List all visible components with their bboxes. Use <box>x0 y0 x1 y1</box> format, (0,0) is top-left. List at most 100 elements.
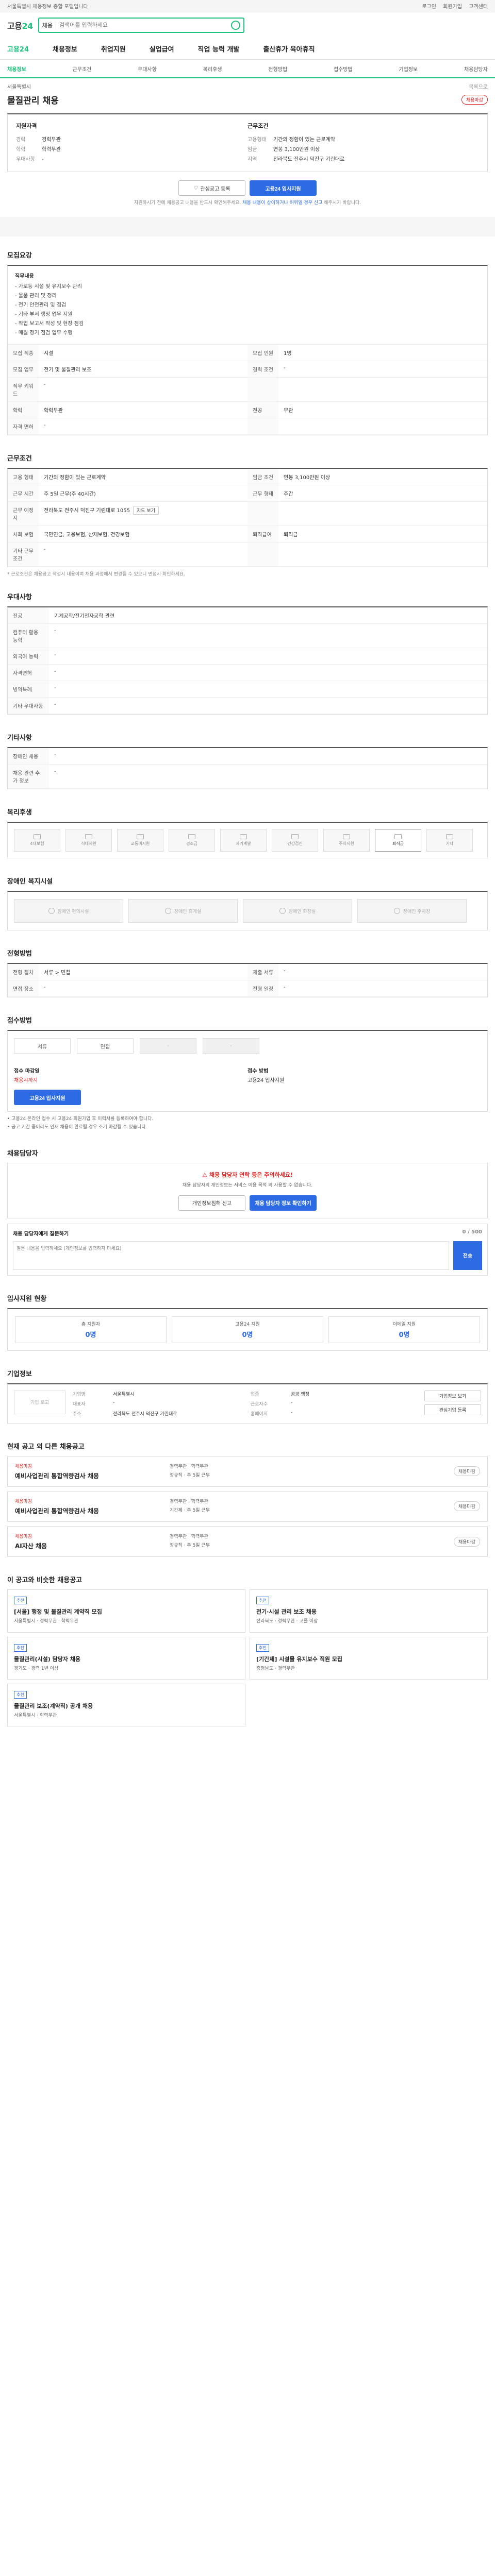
tab-company[interactable]: 기업정보 <box>399 65 418 73</box>
welfare-item: 건강검진 <box>272 829 318 852</box>
apply-note: 지원하시기 전에 채용공고 내용을 반드시 확인해주세요. 채용 내용이 상이하… <box>134 200 361 206</box>
summary-condition: 근무조건 고용형태 기간의 정함이 있는 근로계약 임금 연봉 3,100만원 이상… <box>248 122 479 164</box>
duty-line: - 물품 관리 및 정리 <box>15 293 57 299</box>
section-title-process: 전형방법 <box>7 950 32 958</box>
welfare-icon <box>137 834 144 839</box>
company-detail-button[interactable]: 기업정보 보기 <box>424 1390 481 1401</box>
summary-left-title: 지원자격 <box>16 123 37 129</box>
related-job-card[interactable]: 채용마감 AI자산 채용 경력무관 · 학력무관 정규직 · 주 5일 근무 채용마… <box>7 1526 488 1557</box>
divider-band <box>0 217 495 236</box>
recommend-card[interactable]: 추천 [기간제] 시설물 유지보수 직원 모집 충청남도 · 경력무관 <box>250 1636 488 1680</box>
tab-welfare[interactable]: 복리후생 <box>203 65 222 73</box>
recommend-card[interactable]: 추천 물질관리(시설) 담당자 채용 경기도 · 경력 1년 이상 <box>7 1636 245 1680</box>
facility-item: 장애인 화장실 <box>243 899 352 923</box>
gnb-training[interactable]: 직업 능력 개발 <box>198 44 240 54</box>
etc-grid: 장애인 채용 - 채용 관련 추가 정보 - <box>8 748 487 789</box>
recommend-card[interactable]: 추천 전기·시설 관리 보조 채용 전라북도 · 경력무관 · 고졸 이상 <box>250 1589 488 1633</box>
stat-item: 이메일 지원 0명 <box>328 1316 480 1343</box>
welfare-icon <box>34 834 41 839</box>
welfare-icon <box>85 834 92 839</box>
apply-actions: ♡ 관심공고 등록 고용24 입사지원 <box>7 172 488 199</box>
related-job-card[interactable]: 채용마감 예비사업관리 통합역량검사 채용 경력무관 · 학력무관 정규직 · 주 … <box>7 1455 488 1487</box>
topbar-links: 로그인 회원가입 고객센터 <box>417 2 488 10</box>
recommend-grid: 추천 [서울] 행정 및 물질관리 계약직 모집 서울특별시 · 경력무관 · 학력… <box>7 1589 488 1727</box>
job-title: 물질관리 채용 <box>7 96 59 106</box>
top-utility-bar: 서울특별시 채용정보 종합 포털입니다 로그인 회원가입 고객센터 <box>0 0 495 12</box>
warning-icon: ⚠ <box>202 1172 209 1179</box>
recommend-card[interactable]: 추천 물질관리 보조(계약직) 공개 채용 서울특별시 · 학력무관 <box>7 1683 245 1727</box>
process-step: 서류 <box>14 1038 71 1054</box>
section-title-etc: 기타사항 <box>7 734 32 742</box>
summary-row: 고용형태 기간의 정함이 있는 근로계약 <box>248 137 335 143</box>
company-card: 기업 로고 기업명 서울특별시 업종 공공 행정 대표자 - 근로자수 - 주소 전라북도 전… <box>7 1383 488 1423</box>
company-name[interactable]: 서울특별시 <box>7 82 31 90</box>
gnb-benefit[interactable]: 실업급여 <box>150 44 174 54</box>
report-link[interactable]: 채용 내용이 상이하거나 허위일 경우 신고 <box>242 200 322 206</box>
duty-line: - 가로등 시설 및 유지보수 관리 <box>15 284 82 290</box>
send-button[interactable]: 전송 <box>453 1241 482 1270</box>
gnb-home[interactable]: 고용24 <box>7 44 29 54</box>
question-textarea[interactable] <box>13 1241 449 1270</box>
tab-method[interactable]: 접수방법 <box>334 65 353 73</box>
help-link[interactable]: 고객센터 <box>469 4 488 10</box>
recruit-grid: 모집 직종 시설 모집 인원 1명 모집 업무 전기 및 물질관리 보조 경력 조건 - 직… <box>8 345 487 435</box>
section-title-recommend: 이 공고와 비슷한 채용공고 <box>7 1577 82 1585</box>
page-footer-spacer <box>7 1726 488 1747</box>
apply-button-2[interactable]: 고용24 입사지원 <box>14 1090 81 1105</box>
welfare-item-selected: 퇴직금 <box>375 829 421 852</box>
stat-item: 총 지원자 0명 <box>15 1316 167 1343</box>
gnb-leave[interactable]: 출산휴가 육아휴직 <box>263 44 315 54</box>
duty-title: 직무내용 <box>15 274 34 279</box>
tab-process[interactable]: 전형방법 <box>268 65 287 73</box>
scrap-button[interactable]: ♡ 관심공고 등록 <box>178 180 245 196</box>
tab-recruit[interactable]: 채용정보 <box>7 65 26 73</box>
tab-prefer[interactable]: 우대사항 <box>138 65 157 73</box>
facility-item: 장애인 휴게실 <box>128 899 238 923</box>
wheelchair-icon <box>164 908 171 914</box>
condition-card: 고용 형태 기간의 정함이 있는 근로계약 임금 조건 연봉 3,100만원 이상 근… <box>7 468 488 567</box>
company-info: 기업명 서울특별시 업종 공공 행정 대표자 - 근로자수 - 주소 전라북도 전주시 덕진구… <box>73 1392 309 1417</box>
welfare-item: 교통비지원 <box>117 829 163 852</box>
summary-row: 경력 경력무관 <box>16 137 61 143</box>
process-card: 전형 절차 서류 > 면접 제출 서류 - 면접 장소 - 전형 일정 - <box>7 963 488 997</box>
map-button[interactable]: 지도 보기 <box>133 506 159 515</box>
apply-button[interactable]: 고용24 입사지원 <box>250 180 317 196</box>
tab-contact[interactable]: 채용담당자 <box>464 65 488 73</box>
privacy-report-button[interactable]: 개인정보침해 신고 <box>178 1195 245 1211</box>
search-icon[interactable] <box>230 21 240 30</box>
logo[interactable]: 고용24 <box>7 19 33 31</box>
process-step: - <box>203 1038 259 1054</box>
recommend-card[interactable]: 추천 [서울] 행정 및 물질관리 계약직 모집 서울특별시 · 경력무관 · 학력… <box>7 1589 245 1633</box>
signup-link[interactable]: 회원가입 <box>443 4 462 10</box>
section-title-welfare2: 장애인 복지시설 <box>7 878 53 886</box>
contact-info-button[interactable]: 채용 담당자 정보 확인하기 <box>250 1195 317 1211</box>
search-input[interactable] <box>59 22 228 28</box>
follow-company-button[interactable]: 관심기업 등록 <box>424 1404 481 1415</box>
prefer-grid: 전공 기계공학/전기전자공학 관련 컴퓨터 활용 능력 - 외국어 능력 - 자격면허… <box>8 607 487 714</box>
welfare-item: 경조금 <box>169 829 215 852</box>
wheelchair-icon <box>393 908 400 914</box>
section-title-recruit: 모집요강 <box>7 252 32 260</box>
wheelchair-icon <box>48 908 55 914</box>
topbar-notice: 서울특별시 채용정보 종합 포털입니다 <box>7 4 88 10</box>
back-to-list-link[interactable]: 목록으로 <box>469 82 488 90</box>
summary-qualification: 지원자격 경력 경력무관 학력 학력무관 우대사항 - <box>16 122 248 164</box>
summary-box: 지원자격 경력 경력무관 학력 학력무관 우대사항 - 근무조건 고용형태 기간의 정함… <box>7 113 488 172</box>
company-logo: 기업 로고 <box>14 1390 65 1414</box>
related-job-card[interactable]: 채용마감 예비사업관리 통합역량검사 채용 경력무관 · 학력무관 기간제 · 주 … <box>7 1490 488 1522</box>
login-link[interactable]: 로그인 <box>422 4 436 10</box>
facility-item: 장애인 편의시설 <box>14 899 123 923</box>
condition-footnote: * 근로조건은 채용공고 작성시 내용이며 채용 과정에서 변경될 수 있으니 … <box>7 572 186 577</box>
gnb-support[interactable]: 취업지원 <box>101 44 126 54</box>
welfare-icon <box>188 834 195 839</box>
char-count: 0 / 500 <box>462 1229 482 1235</box>
search-category-select[interactable]: 채용 <box>42 21 56 29</box>
duty-line: - 매월 정기 점검 업무 수행 <box>15 330 73 336</box>
gnb-jobs[interactable]: 채용정보 <box>53 44 77 54</box>
job-title-row: 물질관리 채용 채용마감 <box>7 91 488 113</box>
method-notes: • 고용24 온라인 접수 시 고용24 회원가입 후 이력서를 등록하여야 합… <box>7 1116 154 1130</box>
question-box: 채용 담당자에게 질문하기 0 / 500 전송 <box>7 1223 488 1276</box>
title-row: 서울특별시 목록으로 <box>7 78 488 91</box>
welfare-icon <box>343 834 350 839</box>
tab-condition[interactable]: 근무조건 <box>73 65 92 73</box>
